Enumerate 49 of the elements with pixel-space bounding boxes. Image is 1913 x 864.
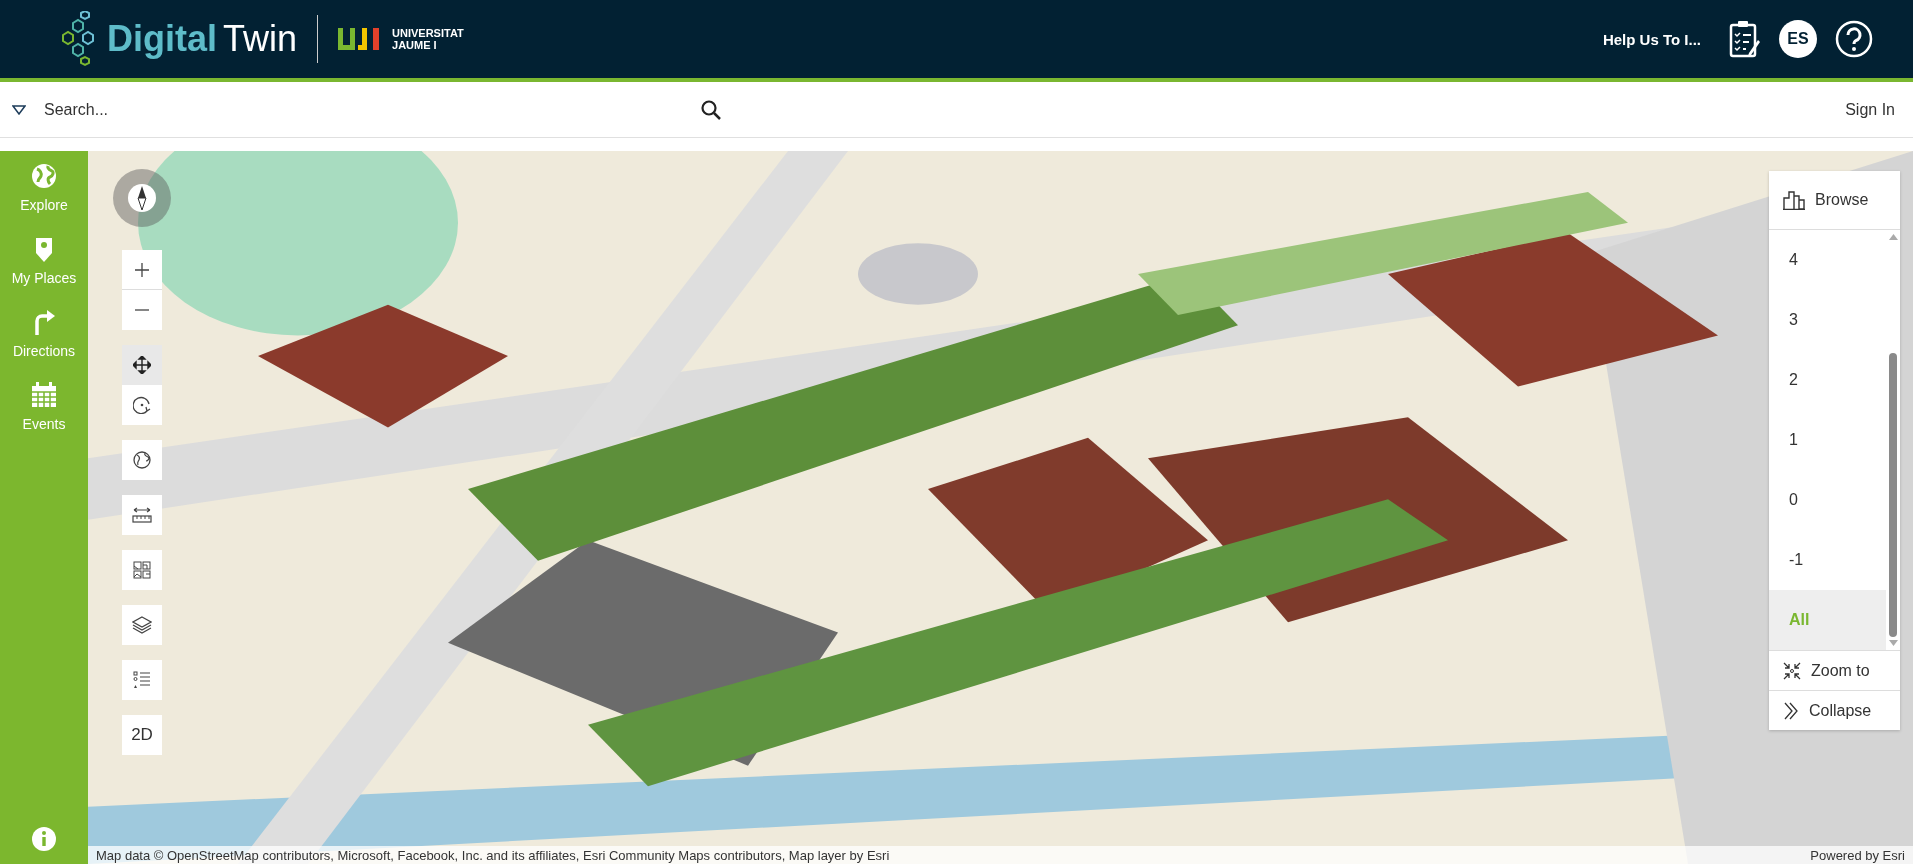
university-name: JAUME I <box>392 39 438 51</box>
floor-level-item[interactable]: 2 <box>1769 350 1886 410</box>
globe-icon <box>31 163 57 189</box>
rotate-icon <box>133 396 151 414</box>
sign-in-link[interactable]: Sign In <box>1845 100 1895 119</box>
basemap-gallery-icon <box>133 561 151 579</box>
plus-icon <box>135 262 149 277</box>
layers-icon <box>132 616 152 634</box>
move-arrows-icon <box>133 356 151 374</box>
zoom-to-icon <box>1783 661 1801 680</box>
minus-icon <box>135 309 149 311</box>
map-tool-button[interactable] <box>122 345 162 385</box>
compass-button[interactable] <box>113 169 171 227</box>
floor-level-item[interactable]: 0 <box>1769 470 1886 530</box>
scroll-up-icon[interactable] <box>1888 234 1898 240</box>
map-tool-button[interactable]: 2D <box>122 715 162 755</box>
location-pin-icon <box>35 236 53 262</box>
browse-button[interactable]: Browse <box>1769 171 1900 230</box>
scroll-down-icon[interactable] <box>1888 640 1898 646</box>
brand-title: Twin <box>223 18 298 60</box>
calendar-icon <box>31 382 57 408</box>
floor-level-item[interactable]: 3 <box>1769 290 1886 350</box>
double-chevron-icon <box>1783 701 1799 720</box>
compass-icon <box>127 183 157 213</box>
floor-level-item[interactable]: 1 <box>1769 410 1886 470</box>
legend-list-icon <box>133 671 151 689</box>
language-button[interactable]: ES <box>1779 20 1817 58</box>
floor-level-item[interactable]: -1 <box>1769 530 1886 590</box>
panel-action-button[interactable]: Zoom to <box>1769 650 1900 690</box>
globe-icon <box>133 451 151 469</box>
ruler-icon <box>132 507 152 523</box>
floor-level-item[interactable]: 4 <box>1769 230 1886 290</box>
scrollbar-thumb[interactable] <box>1889 353 1897 637</box>
map-tool-button[interactable] <box>122 385 162 425</box>
panel-action-button[interactable]: Collapse <box>1769 690 1900 730</box>
brand-title: Digital <box>107 18 217 60</box>
help-icon[interactable] <box>1835 20 1873 58</box>
clipboard-icon[interactable] <box>1729 20 1761 58</box>
turn-arrow-icon <box>33 309 55 335</box>
map-attribution: Map data © OpenStreetMap contributors, Microsoft, Facebook, Inc. and its affiliates, Esri Community Maps contributors, Map layer by Esri <box>96 847 890 863</box>
powered-by-link[interactable]: Powered by Esri <box>1810 847 1905 863</box>
search-icon[interactable] <box>700 98 722 121</box>
map-tool-button[interactable] <box>122 605 162 645</box>
info-icon[interactable] <box>31 826 57 852</box>
map-tool-button[interactable] <box>122 440 162 480</box>
dropdown-icon[interactable] <box>12 104 26 115</box>
survey-link[interactable]: Help Us To I... <box>1602 30 1701 48</box>
buildings-icon <box>1783 190 1805 210</box>
university-name: UNIVERSITAT <box>392 27 464 39</box>
